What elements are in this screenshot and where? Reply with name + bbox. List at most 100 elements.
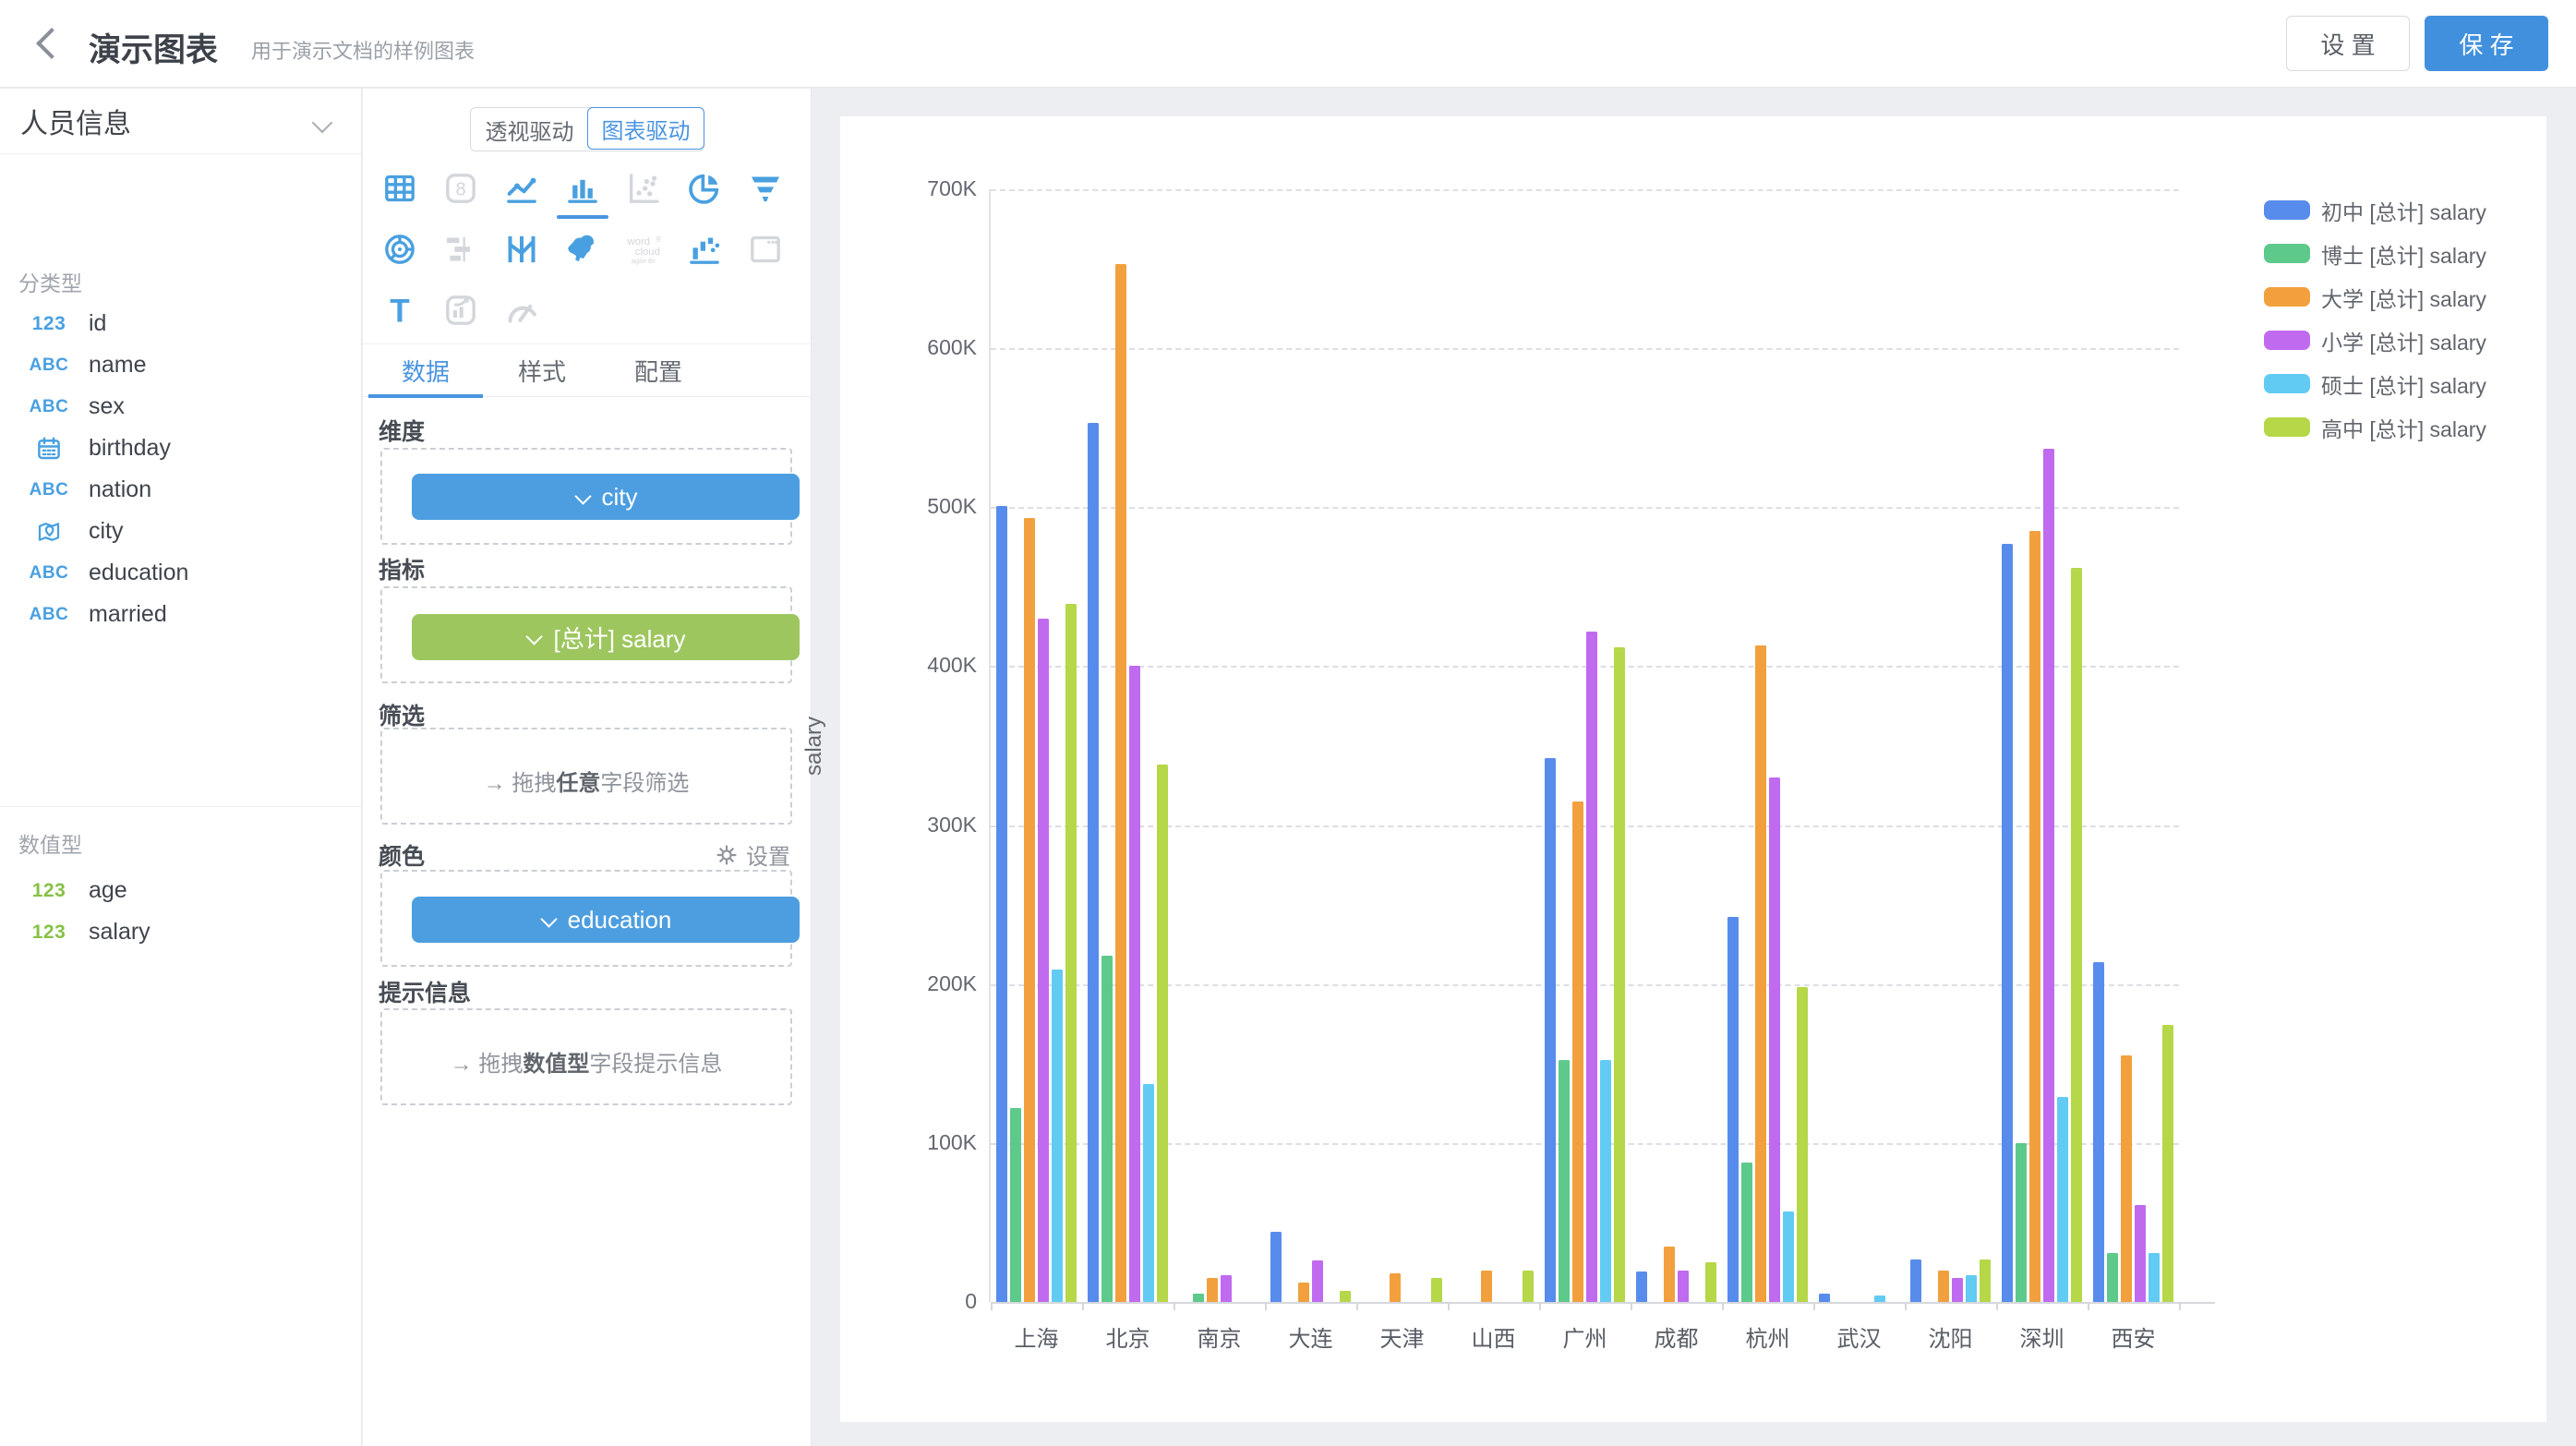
bar-group-大连	[1265, 189, 1356, 1302]
chevron-down-icon	[313, 114, 333, 134]
color-dropzone[interactable]: education	[380, 870, 792, 967]
filter-drop-hint: → 拖拽任意字段筛选	[382, 765, 790, 797]
svg-text:BI: BI	[655, 236, 661, 242]
bar-西安-高中 [总计] salary	[2162, 1025, 2173, 1302]
y-tick-label: 400K	[866, 653, 977, 678]
bar-西安-小学 [总计] salary	[2135, 1205, 2146, 1302]
dataset-selector[interactable]: 人员信息	[0, 89, 361, 154]
chart-type-parallel-chart-icon[interactable]	[491, 219, 552, 280]
settings-button[interactable]: 设 置	[2286, 16, 2410, 71]
number-field-icon: 123	[22, 313, 76, 335]
bar-南京-博士 [总计] salary	[1193, 1294, 1204, 1302]
field-item-sex[interactable]: ABCsex	[0, 386, 361, 428]
chart-type-funnel-chart-icon[interactable]	[735, 158, 796, 219]
dimension-pill-city[interactable]: city	[412, 474, 800, 520]
chart-type-line-chart-icon[interactable]	[491, 158, 552, 219]
bar-成都-小学 [总计] salary	[1678, 1271, 1689, 1302]
calendar-icon	[22, 435, 76, 463]
tab-style[interactable]: 样式	[488, 344, 596, 396]
dimension-dropzone[interactable]: city	[380, 448, 792, 545]
field-label: salary	[89, 919, 150, 946]
bar-杭州-大学 [总计] salary	[1755, 645, 1766, 1302]
bar-上海-小学 [总计] salary	[1038, 619, 1049, 1302]
field-item-id[interactable]: 123id	[0, 303, 361, 344]
bar-武汉-硕士 [总计] salary	[1874, 1295, 1885, 1302]
chart-type-radar-chart-icon[interactable]	[369, 219, 430, 280]
measure-pill-salary[interactable]: [总计] salary	[412, 614, 800, 660]
x-tick-mark	[1448, 1302, 1450, 1310]
x-tick-mark	[1539, 1302, 1541, 1310]
x-tick-mark	[1722, 1302, 1724, 1310]
field-item-salary[interactable]: 123salary	[0, 911, 361, 953]
chart-type-table-icon[interactable]	[369, 158, 430, 219]
measure-dropzone[interactable]: [总计] salary	[380, 586, 792, 683]
bar-深圳-大学 [总计] salary	[2029, 531, 2040, 1302]
category-field-list: 123idABCnameABCsexbirthdayABCnationcityA…	[0, 303, 361, 635]
field-item-name[interactable]: ABCname	[0, 344, 361, 386]
tab-chart-driven[interactable]: 图表驱动	[587, 107, 704, 150]
field-item-education[interactable]: ABCeducation	[0, 552, 361, 594]
save-button[interactable]: 保 存	[2425, 16, 2548, 71]
chart-type-bar-chart-icon[interactable]	[552, 158, 613, 219]
field-item-married[interactable]: ABCmarried	[0, 594, 361, 635]
tab-pivot-driven[interactable]: 透视驱动	[471, 108, 588, 151]
bar-西安-硕士 [总计] salary	[2149, 1253, 2160, 1302]
section-label-category: 分类型	[18, 266, 82, 297]
bar-北京-高中 [总计] salary	[1157, 765, 1168, 1302]
legend-item-大学 [总计] salary[interactable]: 大学 [总计] salary	[2264, 275, 2486, 319]
tab-data[interactable]: 数据	[372, 344, 479, 396]
bar-北京-小学 [总计] salary	[1129, 666, 1140, 1302]
field-item-age[interactable]: 123age	[0, 870, 361, 911]
chart-type-gantt-chart-icon	[430, 219, 491, 280]
legend-swatch	[2264, 417, 2310, 437]
chart-type-kpi-card-icon: 8	[430, 158, 491, 219]
tooltip-dropzone[interactable]: → 拖拽数值型字段提示信息	[380, 1008, 792, 1105]
x-tick-mark	[1265, 1302, 1267, 1310]
x-category-label: 成都	[1631, 1320, 1722, 1353]
color-settings-link[interactable]: 设置	[715, 838, 790, 871]
legend-item-高中 [总计] salary[interactable]: 高中 [总计] salary	[2264, 405, 2486, 449]
legend-item-博士 [总计] salary[interactable]: 博士 [总计] salary	[2264, 232, 2486, 275]
field-item-city[interactable]: city	[0, 511, 361, 552]
page-title: 演示图表	[89, 24, 218, 71]
y-tick-label: 200K	[866, 971, 977, 996]
chevron-down-icon	[525, 628, 544, 646]
bar-深圳-博士 [总计] salary	[2016, 1143, 2027, 1302]
chart-type-text-widget-icon[interactable]: T	[369, 280, 430, 341]
svg-text:agile BI: agile BI	[632, 257, 656, 265]
filter-dropzone[interactable]: → 拖拽任意字段筛选	[380, 728, 792, 825]
legend-item-初中 [总计] salary[interactable]: 初中 [总计] salary	[2264, 188, 2486, 232]
legend-swatch	[2264, 200, 2310, 220]
x-category-label: 广州	[1539, 1320, 1631, 1353]
bar-武汉-初中 [总计] salary	[1819, 1294, 1830, 1302]
bar-北京-初中 [总计] salary	[1088, 423, 1099, 1302]
bar-成都-大学 [总计] salary	[1664, 1247, 1675, 1302]
y-tick-label: 300K	[866, 813, 977, 837]
x-category-label: 山西	[1448, 1320, 1539, 1353]
text-field-icon: ABC	[22, 397, 76, 417]
x-tick-mark	[1174, 1302, 1175, 1310]
chart-type-pie-chart-icon[interactable]	[674, 158, 735, 219]
bar-上海-大学 [总计] salary	[1024, 518, 1035, 1302]
bar-group-成都	[1631, 189, 1722, 1302]
legend-swatch	[2264, 244, 2310, 263]
x-tick-mark	[1905, 1302, 1907, 1310]
back-button[interactable]	[28, 22, 70, 65]
y-tick-label: 700K	[866, 176, 977, 201]
chart-type-waterfall-chart-icon[interactable]	[674, 219, 735, 280]
bar-深圳-硕士 [总计] salary	[2057, 1097, 2068, 1302]
x-category-label: 上海	[991, 1320, 1082, 1353]
page-subtitle: 用于演示文档的样例图表	[251, 35, 475, 65]
svg-text:T: T	[390, 294, 409, 330]
tab-config[interactable]: 配置	[605, 344, 712, 396]
bar-广州-大学 [总计] salary	[1572, 801, 1583, 1302]
chart-type-china-map-icon[interactable]	[552, 219, 613, 280]
x-tick-mark	[2179, 1302, 2181, 1310]
field-item-birthday[interactable]: birthday	[0, 428, 361, 469]
field-sidebar: 人员信息 分类型 123idABCnameABCsexbirthdayABCna…	[0, 89, 362, 1446]
arrow-right-icon: →	[484, 771, 506, 796]
color-pill-education[interactable]: education	[412, 897, 800, 943]
legend-item-小学 [总计] salary[interactable]: 小学 [总计] salary	[2264, 319, 2486, 362]
field-item-nation[interactable]: ABCnation	[0, 469, 361, 511]
legend-item-硕士 [总计] salary[interactable]: 硕士 [总计] salary	[2264, 362, 2486, 405]
